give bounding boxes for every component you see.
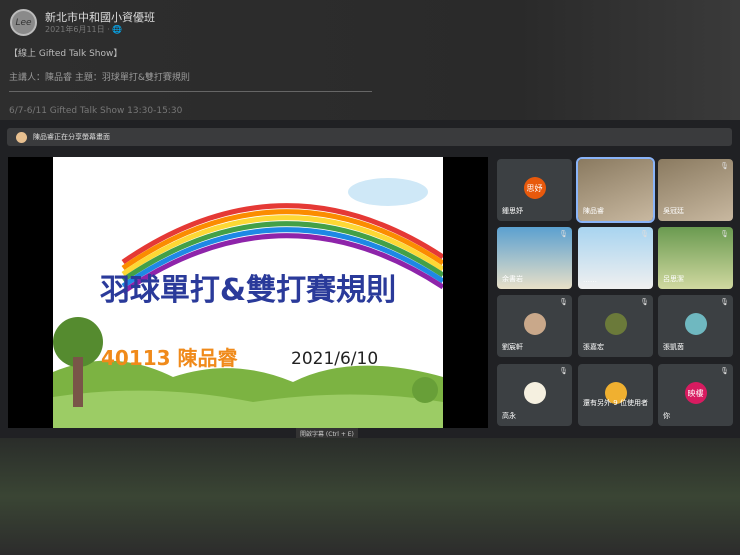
presenter-avatar-icon [16,132,27,143]
mic-off-icon: 🎙 [640,230,649,238]
sharing-text: 陳品睿正在分享螢幕畫面 [33,133,110,141]
participant-tile[interactable]: 🎙 映樓你 [658,364,733,426]
mic-off-icon: 🎙 [720,230,729,238]
facebook-post: Lee 新北市中和國小資優班 2021年6月11日 · 🌐 【線上 Gifted… [0,0,740,122]
slide-date: 2021/6/10 [291,349,379,369]
presentation-stage: 羽球單打&雙打賽規則 40113 陳品睿 2021/6/10 [8,157,488,428]
participant-name: 呂思潔 [663,275,684,283]
participant-name: 還有另外 9 位使用者 [583,399,648,407]
page-avatar[interactable]: Lee [10,9,37,36]
slide-title: 羽球單打&雙打賽規則 [99,273,397,308]
divider [9,91,372,92]
mic-off-icon: 🎙 [559,230,568,238]
mic-off-icon: 🎙 [720,162,729,170]
participant-tile[interactable]: 🎙 張凱茵 [658,295,733,357]
participant-avatar [684,313,707,335]
participant-name: 張凱茵 [663,343,684,351]
slide: 羽球單打&雙打賽規則 40113 陳品睿 2021/6/10 [53,157,443,428]
participant-name: 你 [663,412,670,420]
participant-tile[interactable]: 思妤 鍾思妤 [497,159,572,221]
post-line-3: 6/7-6/11 Gifted Talk Show 13:30-15:30 [9,106,183,116]
participant-tile[interactable]: 🎙 …… [578,227,653,289]
participant-name: 余書岩 [502,275,523,283]
sharing-banner: 陳品睿正在分享螢幕畫面 [7,128,732,146]
participant-avatar: 思妤 [523,177,546,199]
post-line-2: 主講人：陳品睿 主題：羽球單打&雙打賽規則 [9,73,190,83]
participant-name: 吳冠廷 [663,207,684,215]
participant-tile[interactable]: 🎙 余書岩 [497,227,572,289]
participant-tile[interactable]: 陳品睿 [576,157,655,223]
participant-tile[interactable]: 🎙 張嘉宏 [578,295,653,357]
participant-name: 陳品睿 [583,207,604,215]
mic-off-icon: 🎙 [720,367,729,375]
participant-avatar [523,382,546,404]
mic-off-icon: 🎙 [559,298,568,306]
slide-presenter: 40113 陳品睿 [101,346,238,370]
post-line-1: 【線上 Gifted Talk Show】 [9,49,123,59]
participant-name: 劉宸軒 [502,343,523,351]
participant-tile[interactable]: 還有另外 9 位使用者 [578,364,653,426]
participant-name: 張嘉宏 [583,343,604,351]
page-name[interactable]: 新北市中和國小資優班 [45,9,155,25]
participant-avatar [523,313,546,335]
participant-name: …… [583,276,597,284]
participant-avatar [604,313,627,335]
blurred-background [0,438,740,555]
participant-tile[interactable]: 🎙 劉宸軒 [497,295,572,357]
participant-tile[interactable]: 🎙 呂思潔 [658,227,733,289]
post-date[interactable]: 2021年6月11日 · 🌐 [45,24,122,35]
mic-off-icon: 🎙 [559,367,568,375]
participant-tile[interactable]: 🎙 高永 [497,364,572,426]
participant-name: 鍾思妤 [502,207,523,215]
participant-tile[interactable]: 🎙 吳冠廷 [658,159,733,221]
participant-name: 高永 [502,412,516,420]
participant-avatar: 映樓 [684,382,707,404]
mic-off-icon: 🎙 [720,298,729,306]
mic-off-icon: 🎙 [640,298,649,306]
